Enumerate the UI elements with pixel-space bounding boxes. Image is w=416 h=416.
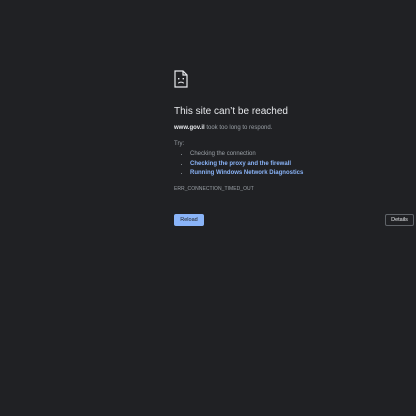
sad-page-icon (174, 70, 188, 88)
error-code: ERR_CONNECTION_TIMED_OUT (174, 186, 254, 192)
reload-button[interactable]: Reload (174, 214, 204, 226)
description-text: took too long to respond. (204, 125, 273, 131)
site-domain: www.gov.il (174, 125, 205, 131)
page-title: This site can’t be reached (174, 106, 288, 117)
error-description: www.gov.il took too long to respond. (174, 125, 272, 131)
suggestion-check-proxy-link[interactable]: Checking the proxy and the firewall (190, 160, 303, 170)
suggestion-network-diagnostics-link[interactable]: Running Windows Network Diagnostics (190, 169, 303, 179)
suggestions-list: Checking the connection Checking the pro… (174, 150, 303, 179)
try-label: Try: (174, 141, 185, 147)
suggestion-check-connection: Checking the connection (190, 150, 303, 160)
details-button[interactable]: Details (385, 214, 414, 226)
error-page: This site can’t be reached www.gov.il to… (0, 0, 416, 416)
